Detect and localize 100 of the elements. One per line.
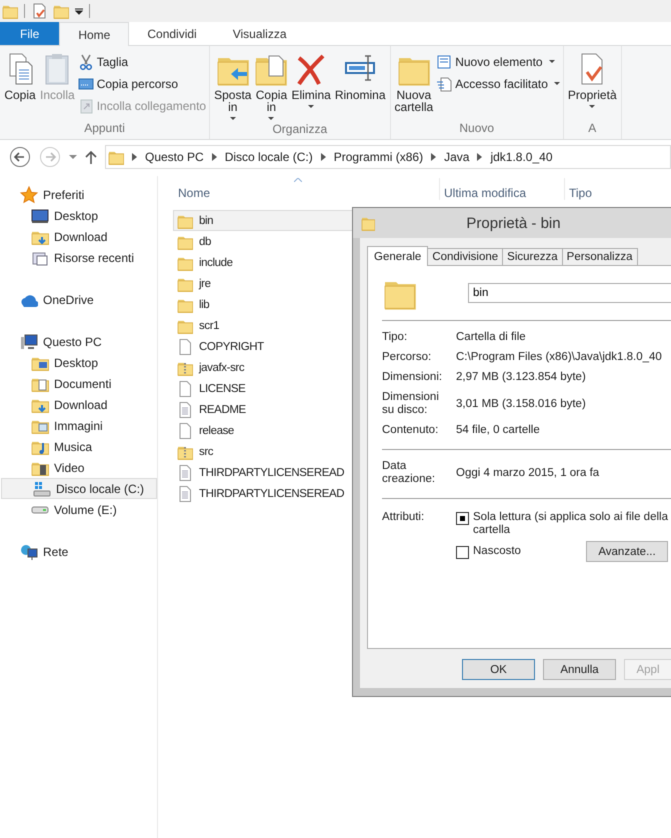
drive-icon bbox=[33, 480, 51, 496]
nav-item[interactable]: Desktop bbox=[0, 205, 157, 226]
field-label: Dimensioni su disco: bbox=[382, 391, 440, 417]
file-row[interactable]: THIRDPARTYLICENSEREAD bbox=[174, 483, 344, 504]
chevron-icon bbox=[477, 153, 482, 161]
file-row[interactable]: jre bbox=[174, 273, 211, 294]
caret-icon bbox=[268, 117, 274, 120]
folder-icon bbox=[2, 3, 18, 19]
caret-icon bbox=[548, 60, 555, 63]
path-icon bbox=[78, 76, 94, 92]
computer-icon bbox=[20, 332, 38, 350]
blank-file-icon bbox=[177, 380, 193, 396]
field-label: Dimensioni: bbox=[382, 371, 444, 384]
nav-item[interactable]: Volume (E:) bbox=[0, 499, 157, 520]
network-icon bbox=[20, 542, 38, 560]
recent-places-icon bbox=[31, 250, 49, 266]
nav-item[interactable]: Desktop bbox=[0, 352, 157, 373]
file-row[interactable]: db bbox=[174, 231, 211, 252]
nav-item[interactable]: Rete bbox=[0, 541, 157, 562]
nav-item[interactable]: Download bbox=[0, 394, 157, 415]
dialog-tab[interactable]: Personalizza bbox=[562, 248, 638, 265]
nav-item[interactable]: Preferiti bbox=[0, 184, 157, 205]
ribbon-button[interactable]: Taglia bbox=[78, 52, 206, 71]
folder-icon bbox=[361, 215, 375, 231]
text-file-icon bbox=[177, 486, 193, 502]
nav-item[interactable]: OneDrive bbox=[0, 289, 157, 310]
forward-icon bbox=[39, 146, 61, 168]
shortcut-icon bbox=[78, 98, 94, 114]
ribbon-button[interactable]: Rinomina bbox=[334, 50, 387, 122]
dropdown-arrow-icon bbox=[69, 155, 77, 159]
chevron-icon bbox=[431, 153, 436, 161]
nav-item[interactable]: Questo PC bbox=[0, 331, 157, 352]
field-value: Oggi 4 marzo 2015, 1 ora fa bbox=[456, 466, 600, 480]
new-item-icon bbox=[436, 54, 452, 70]
field-value: 2,97 MB (3.123.854 byte) bbox=[456, 371, 587, 384]
name-field[interactable]: bin bbox=[468, 283, 671, 303]
chevron-icon bbox=[132, 153, 137, 161]
checkbox[interactable]: Sola lettura (si applica solo ai file della cartella bbox=[456, 511, 668, 537]
dialog-tab[interactable]: Generale bbox=[367, 246, 428, 266]
breadcrumb-item[interactable]: Questo PC bbox=[145, 150, 204, 164]
field-value: 54 file, 0 cartelle bbox=[456, 424, 541, 437]
ribbon-button[interactable]: Proprietà bbox=[566, 50, 618, 121]
dropdown-arrow-icon bbox=[75, 7, 83, 15]
dialog-button[interactable]: Annulla bbox=[543, 659, 616, 680]
file-row[interactable]: LICENSE bbox=[174, 378, 246, 399]
ribbon-tab[interactable]: Visualizza bbox=[214, 22, 305, 45]
file-row[interactable]: src bbox=[174, 441, 214, 462]
ribbon-tab[interactable]: Home bbox=[59, 22, 130, 46]
file-row[interactable]: COPYRIGHT bbox=[174, 336, 264, 357]
column-header[interactable]: Tipo bbox=[564, 178, 592, 200]
dialog-button[interactable]: OK bbox=[462, 659, 535, 680]
breadcrumb-item[interactable]: Disco locale (C:) bbox=[224, 150, 313, 164]
nav-item[interactable]: Risorse recenti bbox=[0, 247, 157, 268]
field-label: Tipo: bbox=[382, 331, 408, 344]
nav-item[interactable]: Musica bbox=[0, 436, 157, 457]
document-check-icon bbox=[31, 3, 47, 19]
nav-item[interactable]: Download bbox=[0, 226, 157, 247]
file-row[interactable]: release bbox=[174, 420, 234, 441]
chevron-icon bbox=[212, 153, 217, 161]
column-header[interactable]: Nome bbox=[174, 178, 439, 200]
field-label: Percorso: bbox=[382, 351, 432, 364]
ribbon-button[interactable]: Nuova cartella bbox=[394, 50, 434, 121]
ribbon-button[interactable]: Copia bbox=[3, 50, 37, 121]
star-icon bbox=[20, 186, 38, 204]
up-arrow-icon bbox=[85, 150, 97, 164]
file-row[interactable]: THIRDPARTYLICENSEREAD bbox=[174, 462, 344, 483]
back-icon bbox=[9, 146, 31, 168]
file-row[interactable]: scr1 bbox=[174, 315, 220, 336]
breadcrumb-item[interactable]: jdk1.8.0_40 bbox=[490, 150, 553, 164]
ribbon-button[interactable]: Elimina bbox=[290, 50, 332, 122]
address-bar[interactable]: Questo PC Disco locale (C:) Programmi (x86) Java jdk1.8.0_40 bbox=[105, 145, 671, 169]
group-label: A bbox=[587, 121, 598, 137]
ribbon-button[interactable]: Copia percorso bbox=[78, 74, 206, 93]
field-value: 3,01 MB (3.158.016 byte) bbox=[456, 398, 587, 410]
ribbon-tab[interactable]: Condividi bbox=[129, 22, 215, 45]
breadcrumb-item[interactable]: Java bbox=[444, 150, 470, 164]
file-row[interactable]: lib bbox=[174, 294, 210, 315]
drive-icon bbox=[31, 506, 49, 514]
group-label: Nuovo bbox=[458, 121, 496, 137]
blank-file-icon bbox=[177, 422, 193, 438]
ribbon-button[interactable]: Copia in bbox=[254, 50, 288, 122]
caret-icon bbox=[308, 105, 314, 108]
field-value: Cartella di file bbox=[456, 331, 527, 344]
file-row[interactable]: javafx-src bbox=[174, 357, 244, 378]
nav-item[interactable]: Video bbox=[0, 457, 157, 478]
ribbon-button[interactable]: Accesso facilitato bbox=[436, 74, 560, 93]
breadcrumb-item[interactable]: Programmi (x86) bbox=[334, 150, 424, 164]
chevron-icon bbox=[320, 153, 326, 161]
column-header[interactable]: Ultima modifica bbox=[439, 178, 564, 200]
file-row[interactable]: README bbox=[174, 399, 246, 420]
ribbon-button[interactable]: Sposta in bbox=[213, 50, 252, 122]
nav-item[interactable]: Disco locale (C:) bbox=[1, 478, 157, 499]
text-file-icon bbox=[177, 464, 193, 480]
checkbox[interactable]: Nascosto bbox=[456, 544, 521, 558]
ribbon-tab[interactable]: File bbox=[0, 22, 60, 45]
file-row[interactable]: include bbox=[174, 252, 233, 273]
nav-item[interactable]: Immagini bbox=[0, 415, 157, 436]
ribbon-button[interactable]: Nuovo elemento bbox=[436, 52, 560, 71]
advanced-button[interactable]: Avanzate... bbox=[586, 541, 668, 562]
nav-item[interactable]: Documenti bbox=[0, 373, 157, 394]
